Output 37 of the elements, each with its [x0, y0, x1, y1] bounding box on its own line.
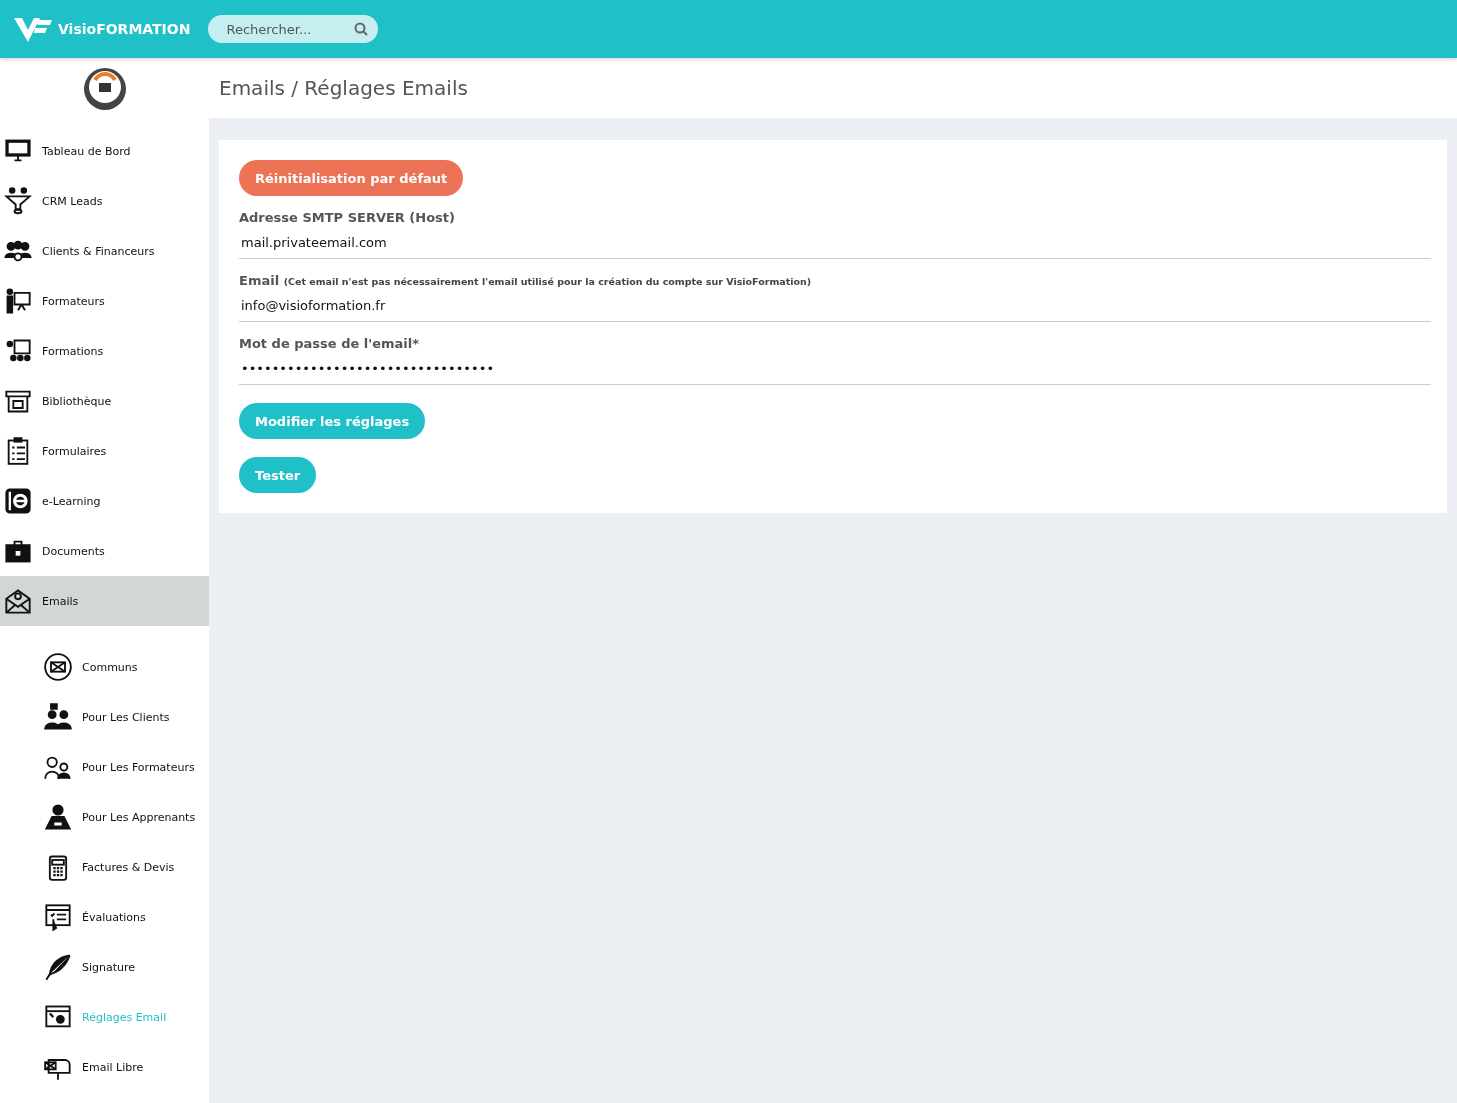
submenu-item[interactable]: Signature — [0, 942, 209, 992]
people-icon — [44, 703, 72, 731]
sidebar-item[interactable]: Bibliothèque — [0, 376, 209, 426]
feather-icon — [44, 953, 72, 981]
field-note: (Cet email n'est pas nécessairement l'email utilisé pour la création du compte sur VisioFormation) — [283, 276, 812, 287]
logo-emblem-icon — [81, 66, 128, 112]
page-title: Emails / Réglages Emails — [209, 58, 1457, 118]
field-label: Adresse SMTP SERVER (Host) — [239, 210, 455, 225]
sidebar-item[interactable]: e-Learning — [0, 476, 209, 526]
logo-icon — [14, 16, 54, 42]
sidebar-item[interactable]: Formulaires — [0, 426, 209, 476]
submenu-item[interactable]: Communs — [0, 642, 209, 692]
sidebar-item[interactable]: Emails — [0, 576, 209, 626]
submenu-item[interactable]: Email Libre — [0, 1042, 209, 1092]
submenu-item[interactable]: Pour Les Formateurs — [0, 742, 209, 792]
sidebar-item[interactable]: Formations — [0, 326, 209, 376]
reader-icon — [44, 803, 72, 831]
sidebar-item[interactable]: CRM Leads — [0, 176, 209, 226]
sidebar-item[interactable]: Documents — [0, 526, 209, 576]
envelope-icon — [44, 653, 72, 681]
sidebar-item[interactable]: Formateurs — [0, 276, 209, 326]
submenu-item[interactable]: Pour Les Apprenants — [0, 792, 209, 842]
submenu-item[interactable]: Évaluations — [0, 892, 209, 942]
field-label: Email — [239, 273, 280, 288]
submenu-item[interactable]: Pour Les Clients — [0, 692, 209, 742]
funnel-icon — [4, 187, 32, 215]
submenu-item[interactable]: Factures & Devis — [0, 842, 209, 892]
search-field[interactable]: Rechercher... — [208, 15, 379, 43]
search-icon[interactable] — [354, 22, 369, 36]
letter-e-icon — [4, 487, 32, 515]
sidebar-item[interactable]: Clients & Financeurs — [0, 226, 209, 276]
presenter-icon — [4, 287, 32, 315]
envelope-at-icon — [4, 587, 32, 615]
sidebar-item[interactable]: Tableau de Bord — [0, 126, 209, 176]
checklist-icon — [44, 903, 72, 931]
field-label: Mot de passe de l'email* — [239, 336, 420, 351]
brand-name: VisioFORMATION — [58, 21, 191, 37]
